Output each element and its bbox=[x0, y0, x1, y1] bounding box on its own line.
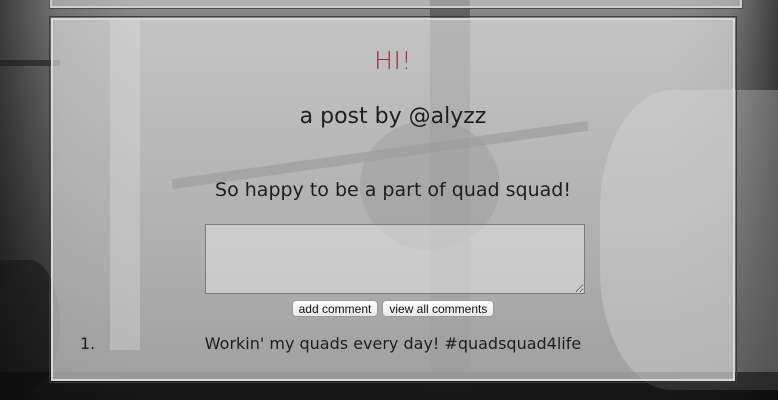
post-body: So happy to be a part of quad squad! bbox=[215, 179, 571, 201]
comment-actions: add comment view all comments bbox=[53, 300, 733, 317]
previous-post-card bbox=[49, 0, 743, 9]
comment-list: 1. Workin' my quads every day! #quadsqua… bbox=[53, 334, 733, 356]
comment-text: Workin' my quads every day! #quadsquad4l… bbox=[204, 334, 582, 353]
post-author: a post by @alyzz bbox=[299, 104, 487, 129]
add-comment-button[interactable]: add comment bbox=[291, 300, 379, 317]
comment-textarea[interactable] bbox=[205, 224, 585, 294]
post-card: HI! a post by @alyzz So happy to be a pa… bbox=[49, 16, 737, 383]
post-title: HI! bbox=[374, 46, 412, 75]
list-item: 1. Workin' my quads every day! #quadsqua… bbox=[53, 334, 733, 356]
view-all-comments-button[interactable]: view all comments bbox=[382, 300, 495, 317]
